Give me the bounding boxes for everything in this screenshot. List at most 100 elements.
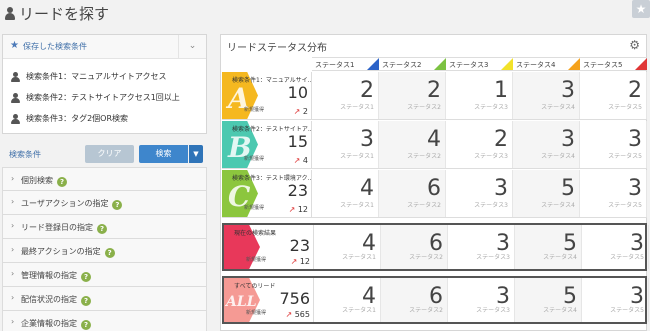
collapse-toggle-button[interactable]: ⌄ xyxy=(178,35,206,58)
saved-searches-panel: ★ 保存した検索条件 ⌄ 検索条件1：マニュアルサイトアクセス 検索条件2：テス… xyxy=(2,34,207,134)
row-label-cell[interactable]: ALL すべてのリード 756 新規獲得 ↗ 565 xyxy=(224,278,314,322)
status-value-cell[interactable]: 3 ステータス5 xyxy=(582,278,649,322)
row-trend-value: 12 xyxy=(299,257,310,266)
filter-item[interactable]: › 企業情報の指定? xyxy=(2,311,207,331)
status-value-cell[interactable]: 5 ステータス4 xyxy=(515,225,582,269)
row-label-cell[interactable]: A 検索条件1：マニュアルサイ... 10 新規獲得 ↗ 2 xyxy=(222,72,312,119)
filter-list: › 個別検索? › ユーザアクションの指定? › リード登録日の指定? › 最終アクショ… xyxy=(2,167,207,331)
status-value-label: ステータス4 xyxy=(541,153,575,160)
row-label-cell[interactable]: C 検索条件3：テスト環境アク... 23 新規獲得 ↗ 12 xyxy=(222,170,312,217)
help-icon[interactable]: ? xyxy=(81,320,91,330)
status-value-cell[interactable]: 3 ステータス3 xyxy=(446,170,513,217)
row-label-cell[interactable]: B 検索条件2：テストサイトア... 15 新規獲得 ↗ 4 xyxy=(222,121,312,168)
status-value-cell[interactable]: 3 ステータス4 xyxy=(513,72,580,119)
status-column-header[interactable]: ステータス1 xyxy=(312,57,379,71)
filter-item[interactable]: › 個別検索? xyxy=(2,167,207,191)
status-value: 6 xyxy=(427,176,441,201)
status-value-cell[interactable]: 1 ステータス3 xyxy=(446,72,513,119)
status-row[interactable]: 現在の検索結果 23 新規獲得 ↗ 12 4 ステータス1 6 ステータス2 3 ステータス3 5 ス… xyxy=(222,223,649,271)
status-column-header[interactable]: ステータス2 xyxy=(379,57,446,71)
help-icon[interactable]: ? xyxy=(112,200,123,210)
row-trend: ↗ 565 xyxy=(285,310,310,319)
status-value-cell[interactable]: 3 ステータス5 xyxy=(580,170,647,217)
status-color-flag xyxy=(635,58,647,70)
status-value-cell[interactable]: 2 ステータス1 xyxy=(312,72,379,119)
filter-label: リード登録日の指定 xyxy=(21,223,93,232)
filter-item[interactable]: › リード登録日の指定? xyxy=(2,215,207,239)
status-value-cell[interactable]: 4 ステータス1 xyxy=(314,278,381,322)
status-value-label: ステータス2 xyxy=(407,153,441,160)
status-row[interactable]: C 検索条件3：テスト環境アク... 23 新規獲得 ↗ 12 4 ステータス1 6 ステータス… xyxy=(222,170,647,218)
saved-search-item[interactable]: 検索条件1：マニュアルサイトアクセス xyxy=(11,71,166,82)
favorite-star-button[interactable]: ★ xyxy=(632,0,650,18)
page-header: リードを探す ★ xyxy=(0,0,650,30)
chevron-right-icon: › xyxy=(11,317,15,326)
status-value-cell[interactable]: 3 ステータス3 xyxy=(448,225,515,269)
status-value-label: ステータス5 xyxy=(608,104,642,111)
status-value-cell[interactable]: 5 ステータス4 xyxy=(513,170,580,217)
trend-up-icon: ↗ xyxy=(290,257,300,266)
status-column-label: ステータス4 xyxy=(516,61,556,69)
status-column-header[interactable]: ステータス4 xyxy=(513,57,580,71)
row-sub-label: 新規獲得 xyxy=(246,257,267,263)
status-row[interactable]: B 検索条件2：テストサイトア... 15 新規獲得 ↗ 4 3 ステータス1 4 ステータス2… xyxy=(222,121,647,169)
row-count: 756 xyxy=(279,289,310,308)
status-column-header[interactable]: ステータス5 xyxy=(580,57,647,71)
filter-label: 配信状況の指定 xyxy=(21,295,77,304)
row-sub-label: 新規獲得 xyxy=(244,107,265,113)
status-value-cell[interactable]: 3 ステータス1 xyxy=(312,121,379,168)
search-button[interactable]: 検索 xyxy=(139,145,188,163)
status-value-label: ステータス3 xyxy=(476,307,510,314)
help-icon[interactable]: ? xyxy=(97,224,107,234)
saved-search-item[interactable]: 検索条件2：テストサイトアクセス1回以上 xyxy=(11,92,180,103)
filter-label: 最終アクションの指定 xyxy=(21,247,101,256)
status-value: 3 xyxy=(494,176,508,201)
status-column-header[interactable]: ステータス3 xyxy=(446,57,513,71)
status-value-cell[interactable]: 2 ステータス2 xyxy=(379,72,446,119)
search-dropdown-button[interactable]: ▼ xyxy=(189,145,203,163)
lead-status-panel: リードステータス分布 ⚙ ステータス1 ステータス2 ステータス3 ステータス4 ステー… xyxy=(220,34,649,331)
filter-item[interactable]: › 最終アクションの指定? xyxy=(2,239,207,263)
filter-item[interactable]: › 配信状況の指定? xyxy=(2,287,207,311)
row-count: 23 xyxy=(287,181,308,200)
status-value-cell[interactable]: 3 ステータス3 xyxy=(448,278,515,322)
filter-item[interactable]: › 管理情報の指定? xyxy=(2,263,207,287)
row-sub-label: 新規獲得 xyxy=(244,156,265,162)
status-value-label: ステータス3 xyxy=(474,202,508,209)
row-trend: ↗ 2 xyxy=(294,107,308,116)
status-row[interactable]: ALL すべてのリード 756 新規獲得 ↗ 565 4 ステータス1 6 ステータス2 3 ステー… xyxy=(222,276,649,324)
status-value-cell[interactable]: 3 ステータス5 xyxy=(580,121,647,168)
status-value-cell[interactable]: 3 ステータス4 xyxy=(513,121,580,168)
status-value-cell[interactable]: 4 ステータス1 xyxy=(312,170,379,217)
status-value-cell[interactable]: 2 ステータス3 xyxy=(446,121,513,168)
status-value-cell[interactable]: 6 ステータス2 xyxy=(379,170,446,217)
status-row[interactable]: A 検索条件1：マニュアルサイ... 10 新規獲得 ↗ 2 2 ステータス1 2 ステータス2… xyxy=(222,72,647,120)
clear-button[interactable]: クリア xyxy=(85,145,134,163)
row-sub-label: 新規獲得 xyxy=(244,205,265,211)
status-value-cell[interactable]: 3 ステータス5 xyxy=(582,225,649,269)
row-count: 23 xyxy=(289,236,310,255)
status-value-label: ステータス5 xyxy=(610,254,644,261)
status-value: 2 xyxy=(494,127,508,152)
status-value-cell[interactable]: 6 ステータス2 xyxy=(381,225,448,269)
help-icon[interactable]: ? xyxy=(81,272,91,282)
row-label-cell[interactable]: 現在の検索結果 23 新規獲得 ↗ 12 xyxy=(224,225,314,269)
chevron-right-icon: › xyxy=(11,174,15,183)
help-icon[interactable]: ? xyxy=(57,177,67,187)
status-value: 5 xyxy=(561,176,575,201)
help-icon[interactable]: ? xyxy=(81,296,91,306)
filter-item[interactable]: › ユーザアクションの指定? xyxy=(2,191,207,215)
status-value-cell[interactable]: 5 ステータス4 xyxy=(515,278,582,322)
row-count: 15 xyxy=(287,132,308,151)
status-value-cell[interactable]: 2 ステータス5 xyxy=(580,72,647,119)
status-value: 2 xyxy=(360,78,374,103)
status-column-label: ステータス3 xyxy=(449,61,489,69)
help-icon[interactable]: ? xyxy=(104,248,115,258)
status-value-cell[interactable]: 6 ステータス2 xyxy=(381,278,448,322)
row-trend-value: 4 xyxy=(302,156,308,165)
gear-icon[interactable]: ⚙ xyxy=(629,38,640,52)
saved-search-item[interactable]: 検索条件3：タグ2個OR検索 xyxy=(11,113,128,124)
status-value-cell[interactable]: 4 ステータス2 xyxy=(379,121,446,168)
status-value-label: ステータス1 xyxy=(340,104,374,111)
status-value-cell[interactable]: 4 ステータス1 xyxy=(314,225,381,269)
